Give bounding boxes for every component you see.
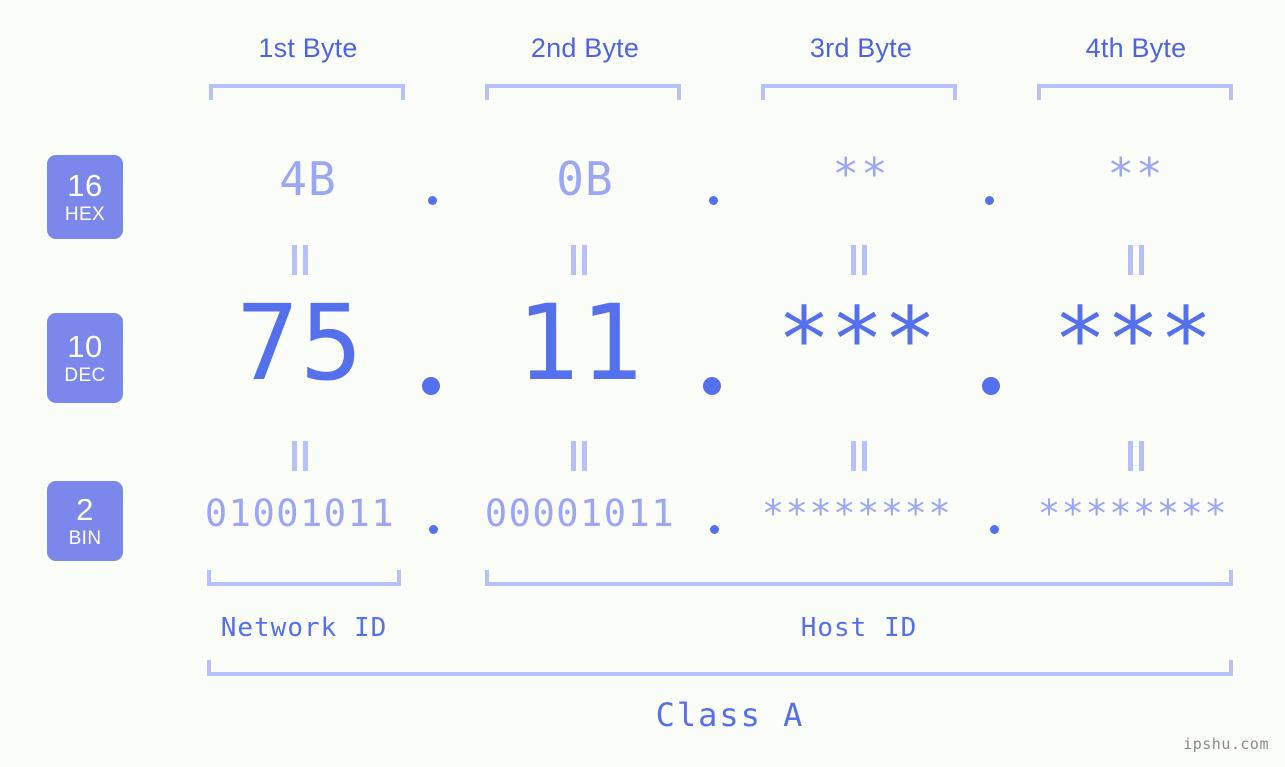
bin-byte-2: 00001011	[484, 492, 676, 535]
bin-separator-dot-3	[990, 525, 999, 534]
hex-byte-4: **	[1107, 149, 1165, 200]
equals-marker-hex-dec-4	[1126, 245, 1146, 275]
byte-bracket-top-2	[485, 84, 681, 100]
dec-byte-2: 11	[516, 282, 644, 404]
class-bracket	[207, 660, 1233, 676]
byte-bracket-top-1	[209, 84, 405, 100]
bin-separator-dot-2	[710, 525, 719, 534]
base-badge-hex-number: 16	[67, 168, 103, 203]
base-badge-dec-number: 10	[67, 329, 103, 364]
equals-marker-dec-bin-3	[849, 441, 869, 471]
host-id-bracket	[485, 570, 1233, 586]
equals-marker-hex-dec-3	[849, 245, 869, 275]
base-badge-hex-name: HEX	[64, 204, 106, 225]
equals-marker-dec-bin-4	[1126, 441, 1146, 471]
hex-separator-dot-3	[985, 196, 994, 205]
base-badge-hex: 16 HEX	[47, 155, 123, 239]
network-id-bracket	[207, 570, 401, 586]
dec-byte-1: 75	[236, 282, 364, 404]
hex-separator-dot-1	[428, 196, 437, 205]
host-id-label: Host ID	[800, 613, 918, 643]
dec-separator-dot-1	[422, 377, 440, 395]
bin-byte-3: ********	[761, 492, 953, 535]
byte-header-1: 1st Byte	[258, 33, 358, 63]
base-badge-dec: 10 DEC	[47, 313, 123, 403]
dec-byte-4: ***	[1053, 288, 1213, 391]
byte-header-3: 3rd Byte	[809, 33, 913, 63]
dec-byte-3: ***	[777, 288, 937, 391]
base-badge-bin-number: 2	[76, 492, 94, 527]
ip-byte-breakdown-diagram: 1st Byte 2nd Byte 3rd Byte 4th Byte 16 H…	[0, 0, 1285, 767]
dec-separator-dot-3	[982, 377, 1000, 395]
bin-separator-dot-1	[429, 525, 438, 534]
bin-byte-1: 01001011	[204, 492, 396, 535]
byte-bracket-top-3	[761, 84, 957, 100]
byte-header-4: 4th Byte	[1085, 33, 1187, 63]
dec-separator-dot-2	[703, 377, 721, 395]
base-badge-dec-name: DEC	[64, 365, 106, 386]
hex-separator-dot-2	[709, 196, 718, 205]
equals-marker-hex-dec-2	[569, 245, 589, 275]
equals-marker-hex-dec-1	[290, 245, 310, 275]
hex-byte-3: **	[832, 149, 890, 200]
byte-header-2: 2nd Byte	[530, 33, 640, 63]
base-badge-bin-name: BIN	[68, 528, 102, 549]
hex-byte-1: 4B	[279, 152, 337, 206]
site-watermark: ipshu.com	[1183, 735, 1269, 753]
equals-marker-dec-bin-2	[569, 441, 589, 471]
network-id-label: Network ID	[220, 613, 388, 643]
base-badge-bin: 2 BIN	[47, 481, 123, 561]
byte-bracket-top-4	[1037, 84, 1233, 100]
class-label: Class A	[655, 696, 805, 734]
hex-byte-2: 0B	[556, 152, 614, 206]
equals-marker-dec-bin-1	[290, 441, 310, 471]
bin-byte-4: ********	[1037, 492, 1229, 535]
